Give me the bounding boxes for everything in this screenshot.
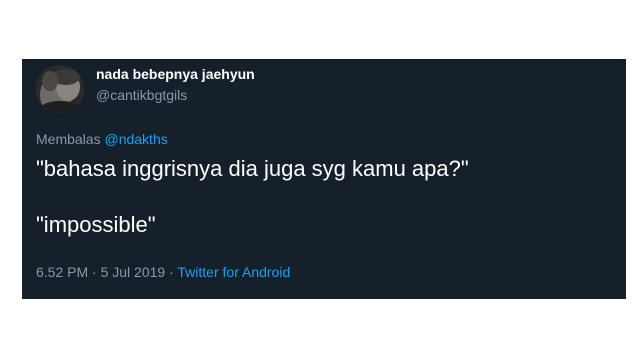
tweet-text: "bahasa inggrisnya dia juga syg kamu apa… [36,155,616,239]
tweet-time[interactable]: 6.52 PM [36,264,88,280]
tweet-date[interactable]: 5 Jul 2019 [101,264,166,280]
meta-separator: · [92,264,97,280]
author-handle[interactable]: @cantikbgtgils [96,87,187,103]
avatar[interactable] [36,65,84,113]
reply-context: Membalas @ndakths [36,131,168,147]
reply-mention-link[interactable]: @ndakths [104,131,167,147]
avatar-image [36,65,84,113]
reply-prefix: Membalas [36,131,101,147]
meta-separator: · [169,264,174,280]
tweet-text-line-2: "impossible" [36,212,156,237]
tweet-text-line-1: "bahasa inggrisnya dia juga syg kamu apa… [36,156,469,181]
tweet-text-gap [36,183,616,211]
tweet-meta: 6.52 PM · 5 Jul 2019 · Twitter for Andro… [36,264,290,280]
author-display-name[interactable]: nada bebepnya jaehyun [96,66,255,82]
tweet-source-link[interactable]: Twitter for Android [177,264,290,280]
tweet-card: nada bebepnya jaehyun @cantikbgtgils Mem… [22,59,626,299]
